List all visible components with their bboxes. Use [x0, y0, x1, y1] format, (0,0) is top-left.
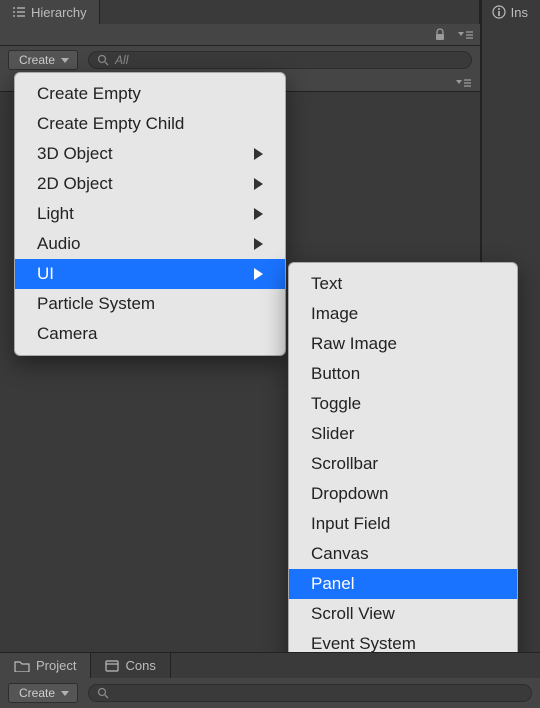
menu-item[interactable]: 2D Object — [15, 169, 285, 199]
bottom-tab-bar: Project Cons — [0, 652, 540, 678]
menu-item[interactable]: Create Empty Child — [15, 109, 285, 139]
ui-submenu: Text Image Raw Image Button Toggle Slider Scro… — [288, 262, 518, 666]
submenu-item-label: Scroll View — [311, 604, 395, 624]
menu-item[interactable]: Particle System — [15, 289, 285, 319]
hierarchy-toolbar: Create All — [0, 46, 480, 74]
top-tab-bar: Hierarchy Ins — [0, 0, 540, 24]
tab-project[interactable]: Project — [0, 653, 91, 679]
tab-console-label: Cons — [125, 658, 155, 673]
project-create-button[interactable]: Create — [8, 683, 78, 703]
tab-console[interactable]: Cons — [91, 653, 170, 679]
submenu-item-label: Toggle — [311, 394, 361, 414]
menu-item-label: 2D Object — [37, 174, 113, 194]
submenu-item-label: Panel — [311, 574, 354, 594]
submenu-arrow-icon — [254, 178, 263, 190]
submenu-item-label: Text — [311, 274, 342, 294]
menu-item[interactable]: Create Empty — [15, 79, 285, 109]
hierarchy-panel-header — [0, 24, 480, 46]
menu-item-label: UI — [37, 264, 54, 284]
menu-item[interactable]: Audio — [15, 229, 285, 259]
submenu-item[interactable]: Slider — [289, 419, 517, 449]
submenu-item[interactable]: Button — [289, 359, 517, 389]
submenu-item-label: Raw Image — [311, 334, 397, 354]
submenu-arrow-icon — [254, 148, 263, 160]
menu-item[interactable]: Camera — [15, 319, 285, 349]
dropdown-arrow-icon — [61, 58, 69, 63]
tab-inspector[interactable]: Ins — [479, 0, 540, 24]
submenu-item-label: Canvas — [311, 544, 369, 564]
menu-item-label: Camera — [37, 324, 97, 344]
submenu-item[interactable]: Text — [289, 269, 517, 299]
create-context-menu: Create Empty Create Empty Child 3D Object 2… — [14, 72, 286, 356]
tab-project-label: Project — [36, 658, 76, 673]
submenu-item[interactable]: Scroll View — [289, 599, 517, 629]
menu-item[interactable]: 3D Object — [15, 139, 285, 169]
submenu-item[interactable]: Toggle — [289, 389, 517, 419]
submenu-item-label: Slider — [311, 424, 354, 444]
panel-menu-icon[interactable] — [454, 77, 472, 89]
submenu-item[interactable]: Panel — [289, 569, 517, 599]
info-icon — [492, 5, 506, 19]
project-search-input[interactable] — [88, 684, 532, 702]
search-icon — [97, 687, 109, 699]
menu-item-label: Light — [37, 204, 74, 224]
hierarchy-icon — [12, 6, 26, 18]
submenu-item-label: Dropdown — [311, 484, 389, 504]
console-icon — [105, 660, 119, 672]
folder-icon — [14, 660, 30, 672]
menu-item-label: 3D Object — [37, 144, 113, 164]
menu-item-label: Create Empty — [37, 84, 141, 104]
submenu-arrow-icon — [254, 268, 263, 280]
hierarchy-search-input[interactable]: All — [88, 51, 472, 69]
submenu-item[interactable]: Image — [289, 299, 517, 329]
menu-item-label: Particle System — [37, 294, 155, 314]
submenu-item-label: Event System — [311, 634, 416, 654]
tab-hierarchy[interactable]: Hierarchy — [0, 0, 100, 24]
search-placeholder: All — [115, 53, 128, 67]
dropdown-arrow-icon — [61, 691, 69, 696]
submenu-item-label: Scrollbar — [311, 454, 378, 474]
submenu-arrow-icon — [254, 208, 263, 220]
menu-item-label: Audio — [37, 234, 80, 254]
submenu-item-label: Button — [311, 364, 360, 384]
submenu-item[interactable]: Dropdown — [289, 479, 517, 509]
submenu-arrow-icon — [254, 238, 263, 250]
menu-item[interactable]: UI — [15, 259, 285, 289]
submenu-item[interactable]: Input Field — [289, 509, 517, 539]
project-toolbar: Create — [0, 678, 540, 708]
panel-menu-icon[interactable] — [456, 29, 474, 41]
tab-hierarchy-label: Hierarchy — [31, 5, 87, 20]
tab-inspector-label: Ins — [511, 5, 528, 20]
menu-item-label: Create Empty Child — [37, 114, 184, 134]
lock-icon[interactable] — [434, 28, 446, 41]
submenu-item[interactable]: Raw Image — [289, 329, 517, 359]
submenu-item-label: Input Field — [311, 514, 390, 534]
submenu-item[interactable]: Scrollbar — [289, 449, 517, 479]
search-icon — [97, 54, 109, 66]
menu-item[interactable]: Light — [15, 199, 285, 229]
project-create-label: Create — [19, 686, 55, 700]
create-button-label: Create — [19, 53, 55, 67]
create-button[interactable]: Create — [8, 50, 78, 70]
submenu-item-label: Image — [311, 304, 358, 324]
submenu-item[interactable]: Canvas — [289, 539, 517, 569]
